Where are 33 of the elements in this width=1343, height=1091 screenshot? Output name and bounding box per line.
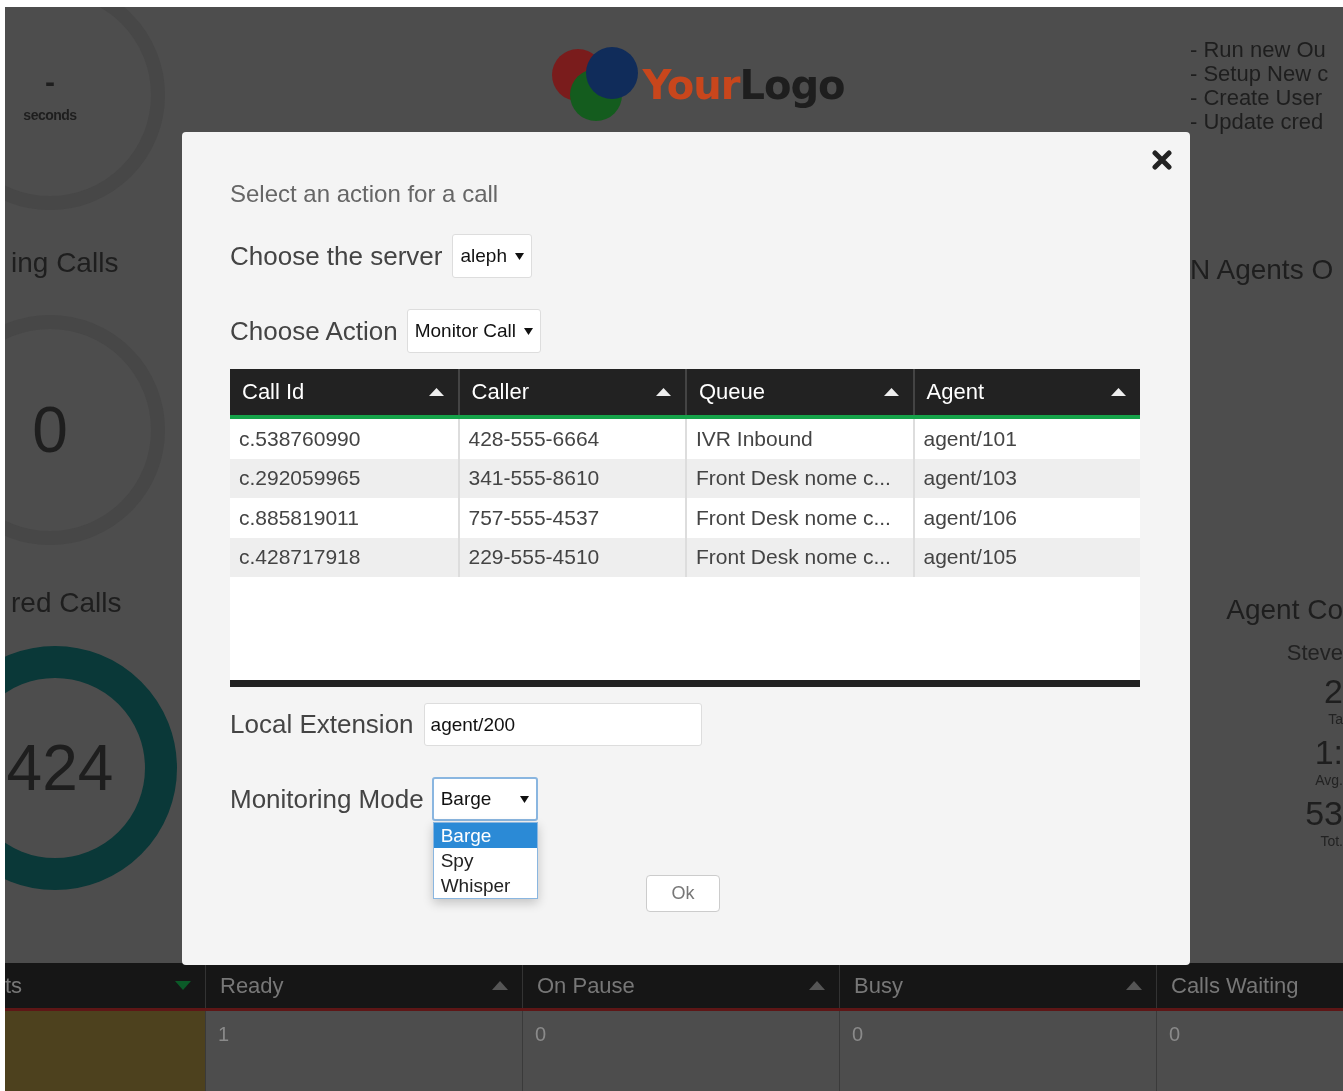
column-header[interactable]: ts [5,963,205,1008]
field-label: Choose Action [230,315,398,347]
column-header[interactable]: Call Id [230,369,458,415]
close-icon[interactable] [1152,150,1172,170]
field-label: Monitoring Mode [230,783,424,815]
dialog-intro: Select an action for a call [230,180,500,208]
column-header[interactable]: Caller [457,369,685,415]
ok-button[interactable]: Ok [646,875,720,912]
field-label: Local Extension [230,709,414,740]
table-cell: 0 [839,1011,1156,1091]
logo-text: YourLogo [642,62,845,108]
caret-icon [519,795,529,803]
table-cell-text: c.292059965 [238,465,362,492]
logo-icon [550,47,641,123]
mode-select[interactable]: Barge [431,777,538,821]
dropdown-option[interactable]: Barge [433,823,537,848]
dropdown-option[interactable]: Whisper [433,873,537,898]
table-cell-text: c.428717918 [238,544,362,571]
timer-value: - [44,67,56,97]
extension-input[interactable]: agent/200 [423,703,702,746]
action-select[interactable]: Monitor Call [406,309,542,353]
column-header[interactable]: Queue [685,369,913,415]
table-cell: 0 [1156,1011,1343,1091]
column-header[interactable]: Agent [912,369,1140,415]
dropdown-option[interactable]: Spy [433,848,537,873]
server-select[interactable]: aleph [452,234,532,278]
caret-icon [524,327,534,335]
table-cell: 0 [522,1011,839,1091]
caret-icon [514,252,524,260]
table-cell: 1 [205,1011,522,1091]
table-cell-text: c.538760990 [238,425,362,452]
table-cell-text: c.885819011 [238,504,360,531]
field-label: Choose the server [230,240,443,272]
